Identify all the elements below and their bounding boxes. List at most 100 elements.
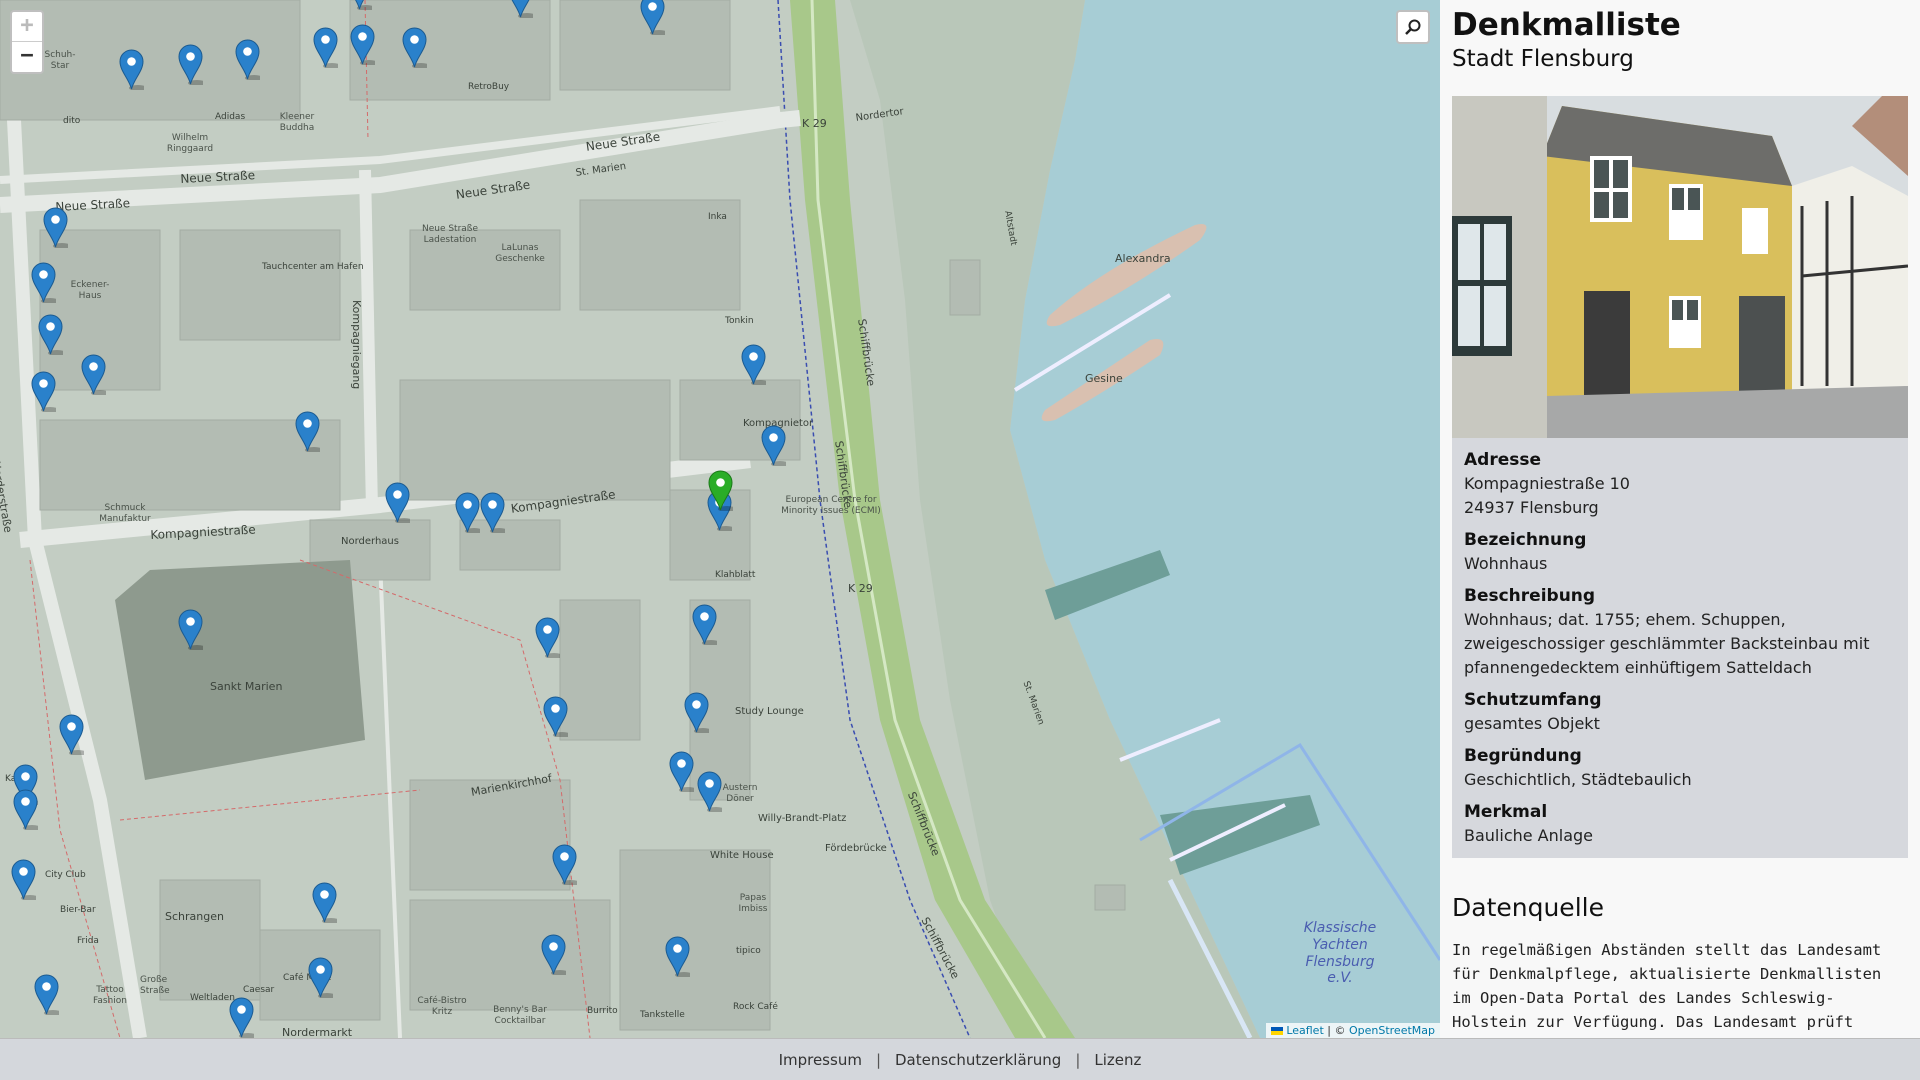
map-label-rock-cafe: Rock Café <box>733 1002 778 1012</box>
monument-marker[interactable] <box>350 24 378 66</box>
monument-marker[interactable] <box>508 0 536 19</box>
detail-value: Kompagniestraße 10 <box>1464 474 1630 493</box>
monument-marker[interactable] <box>11 859 39 901</box>
lizenz-link[interactable]: Lizenz <box>1094 1051 1141 1069</box>
map-label-neue-strasse-ladestation: Neue Straße Ladestation <box>421 224 479 245</box>
info-panel: Denkmalliste Stadt Flensburg Adresse Kom… <box>1440 0 1920 1038</box>
detail-value: Bauliche Anlage <box>1464 826 1594 845</box>
footer: Impressum | Datenschutzerklärung | Lizen… <box>0 1038 1920 1080</box>
map-label-norderhaus: Norderhaus <box>341 536 399 547</box>
map-label-willy-brandt: Willy-Brandt-Platz <box>758 813 847 824</box>
monument-marker[interactable] <box>229 997 257 1038</box>
monument-marker[interactable] <box>38 314 66 356</box>
zoom-in-button[interactable]: + <box>12 12 42 42</box>
leaflet-link[interactable]: Leaflet <box>1286 1024 1323 1037</box>
map-label-bier-bar: Bier-Bar <box>60 905 96 915</box>
map-label-white-house: White House <box>710 850 774 861</box>
detail-label: Bezeichnung <box>1464 530 1587 550</box>
map-label-dito: dito <box>63 116 81 126</box>
monument-marker[interactable] <box>13 789 41 831</box>
monument-marker[interactable] <box>455 492 483 534</box>
monument-marker[interactable] <box>402 27 430 69</box>
footer-separator: | <box>875 1050 881 1069</box>
openstreetmap-link[interactable]: OpenStreetMap <box>1349 1024 1435 1037</box>
monument-marker[interactable] <box>697 771 725 813</box>
map-label-frida: Frida <box>77 936 99 946</box>
detail-label: Beschreibung <box>1464 586 1596 606</box>
map-label-gesine: Gesine <box>1085 372 1123 385</box>
monument-marker[interactable] <box>385 482 413 524</box>
monument-photo <box>1452 96 1908 438</box>
monument-marker[interactable] <box>59 714 87 756</box>
datenschutz-link[interactable]: Datenschutzerklärung <box>895 1051 1061 1069</box>
monument-marker[interactable] <box>295 411 323 453</box>
map-label-tipico: tipico <box>736 946 761 956</box>
map-label-schuh-star: Schuh-Star <box>44 50 76 71</box>
detail-label: Begründung <box>1464 746 1582 766</box>
map-label-klahblatt: Klahblatt <box>715 570 756 580</box>
monument-marker[interactable] <box>761 425 789 467</box>
map-label-nordermarkt: Nordermarkt <box>282 1026 353 1038</box>
monument-marker[interactable] <box>535 617 563 659</box>
monument-marker[interactable] <box>235 39 263 81</box>
selected-monument-marker[interactable] <box>708 470 736 512</box>
monument-marker[interactable] <box>119 49 147 91</box>
zoom-out-button[interactable]: − <box>12 42 42 72</box>
monument-marker[interactable] <box>541 934 569 976</box>
monument-marker[interactable] <box>34 974 62 1016</box>
map-label-k29-1: K 29 <box>802 117 827 130</box>
monument-marker[interactable] <box>684 692 712 734</box>
map-label-study-lounge: Study Lounge <box>735 706 804 717</box>
panel-subtitle: Stadt Flensburg <box>1452 46 1634 72</box>
map-label-bennys: Benny's Bar Cocktailbar <box>493 1005 547 1026</box>
monument-marker[interactable] <box>312 882 340 924</box>
monument-marker[interactable] <box>669 751 697 793</box>
map-attribution: Leaflet | © OpenStreetMap <box>1266 1023 1440 1038</box>
map-label-eckener: Eckener-Haus <box>70 280 110 301</box>
monument-marker[interactable] <box>178 44 206 86</box>
source-line: Holstein zur Verfügung. Das Landesamt pr… <box>1452 1013 1854 1031</box>
monument-marker[interactable] <box>480 492 508 534</box>
map-label-retrobuy: RetroBuy <box>468 82 510 92</box>
zoom-control: + − <box>10 10 44 74</box>
map-label-lalunas: LaLunas Geschenke <box>495 243 545 264</box>
monument-marker[interactable] <box>665 936 693 978</box>
monument-marker[interactable] <box>543 696 571 738</box>
monument-marker[interactable] <box>31 371 59 413</box>
source-title: Datenquelle <box>1452 893 1604 922</box>
map-label-papas-imbiss: Papas Imbiss <box>738 893 768 914</box>
monument-marker[interactable] <box>81 354 109 396</box>
detail-label: Adresse <box>1464 450 1542 470</box>
monument-details: Adresse Kompagniestraße 10 24937 Flensburg… <box>1452 438 1908 858</box>
map-label-grosse-strasse: Große Straße <box>140 975 170 996</box>
monument-marker[interactable] <box>31 262 59 304</box>
map-label-alexandra: Alexandra <box>1115 252 1171 265</box>
map-label-inka: Inka <box>708 212 727 222</box>
monument-marker[interactable] <box>308 957 336 999</box>
monument-marker[interactable] <box>43 207 71 249</box>
map-label-adidas: Adidas <box>215 112 246 122</box>
monument-marker[interactable] <box>640 0 668 36</box>
monument-marker[interactable] <box>313 27 341 69</box>
search-button[interactable] <box>1396 10 1430 44</box>
monument-marker[interactable] <box>347 0 375 11</box>
map-label-kompagniegang: Kompagniegang <box>350 300 363 390</box>
map-label-klassische: Klassische Yachten Flensburg e.V. <box>1303 920 1377 987</box>
monument-marker[interactable] <box>552 844 580 886</box>
detail-value: pfannengedecktem einhüftigem Satteldach <box>1464 658 1812 677</box>
detail-value: zweigeschossiger geschlämmter Backsteinb… <box>1464 634 1870 653</box>
map-label-cafe-bistro: Café-Bistro Kritz <box>417 996 467 1017</box>
source-line: im Open-Data Portal des Landes Schleswig… <box>1452 989 1835 1007</box>
map[interactable]: Neue Straße Neue Straße Neue Straße Neue St… <box>0 0 1440 1038</box>
map-label-schmuck: Schmuck Manufaktur <box>99 503 151 524</box>
monument-marker[interactable] <box>178 609 206 651</box>
attribution-separator: | © <box>1327 1024 1346 1037</box>
monument-marker[interactable] <box>692 604 720 646</box>
detail-value: Wohnhaus; dat. 1755; ehem. Schuppen, <box>1464 610 1786 629</box>
impressum-link[interactable]: Impressum <box>779 1051 862 1069</box>
map-label-tauchcenter: Tauchcenter am Hafen <box>262 262 364 272</box>
detail-value: gesamtes Objekt <box>1464 714 1600 733</box>
monument-marker[interactable] <box>741 344 769 386</box>
source-text: In regelmäßigen Abständen stellt das Lan… <box>1452 938 1908 1034</box>
map-label-tattoo: Tattoo Fashion <box>93 985 127 1006</box>
